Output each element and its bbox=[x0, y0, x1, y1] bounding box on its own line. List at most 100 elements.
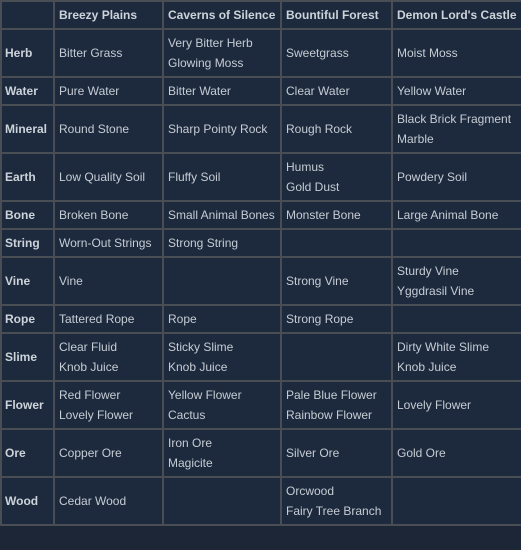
row-category-label: Herb bbox=[0, 28, 55, 78]
table-row: Rope Tattered Rope Rope Strong Rope bbox=[0, 304, 521, 334]
material-name: Broken Bone bbox=[59, 208, 129, 222]
material-name: Sharp Pointy Rock bbox=[168, 122, 268, 136]
material-name: Low Quality Soil bbox=[59, 170, 146, 184]
header-demon-lords-castle: Demon Lord's Castle bbox=[391, 0, 521, 30]
material-name: Worn-Out Strings bbox=[59, 236, 152, 250]
table-row: Earth Low Quality Soil Fluffy Soil Humus Gol… bbox=[0, 152, 521, 202]
table-cell: Tattered Rope bbox=[53, 304, 164, 334]
material-name: Yggdrasil Vine bbox=[397, 284, 475, 298]
table-cell: Sweetgrass bbox=[280, 28, 393, 78]
table-cell: Monster Bone bbox=[280, 200, 393, 230]
table-cell: Orcwood Fairy Tree Branch bbox=[280, 476, 393, 526]
table-cell: Gold Ore bbox=[391, 428, 521, 478]
header-caverns-of-silence: Caverns of Silence bbox=[162, 0, 282, 30]
table-cell bbox=[391, 476, 521, 526]
table-cell: Strong String bbox=[162, 228, 282, 258]
table-row: Herb Bitter Grass Very Bitter Herb Glowing … bbox=[0, 28, 521, 78]
material-name: Sticky Slime bbox=[168, 340, 234, 354]
material-name: Strong Rope bbox=[286, 312, 354, 326]
material-name: Red Flower bbox=[59, 388, 121, 402]
table-cell: Yellow Water bbox=[391, 76, 521, 106]
material-name: Yellow Flower bbox=[168, 388, 242, 402]
table-cell: Iron Ore Magicite bbox=[162, 428, 282, 478]
material-name: Monster Bone bbox=[286, 208, 361, 222]
material-name: Small Animal Bones bbox=[168, 208, 275, 222]
table-cell: Very Bitter Herb Glowing Moss bbox=[162, 28, 282, 78]
row-category-label: Rope bbox=[0, 304, 55, 334]
material-name: Moist Moss bbox=[397, 46, 458, 60]
table-cell: Strong Vine bbox=[280, 256, 393, 306]
table-cell: Humus Gold Dust bbox=[280, 152, 393, 202]
table-row: String Worn-Out Strings Strong String bbox=[0, 228, 521, 258]
table-cell: Clear Water bbox=[280, 76, 393, 106]
table-cell bbox=[280, 332, 393, 382]
table-row: Flower Red Flower Lovely Flower Yellow Flow… bbox=[0, 380, 521, 430]
material-name: Tattered Rope bbox=[59, 312, 135, 326]
table-cell: Clear Fluid Knob Juice bbox=[53, 332, 164, 382]
table-cell: Low Quality Soil bbox=[53, 152, 164, 202]
table-cell: Large Animal Bone bbox=[391, 200, 521, 230]
table-body: Herb Bitter Grass Very Bitter Herb Glowing … bbox=[0, 28, 521, 526]
table-cell: Red Flower Lovely Flower bbox=[53, 380, 164, 430]
material-name: Clear Water bbox=[286, 84, 350, 98]
table-cell: Rough Rock bbox=[280, 104, 393, 154]
material-name: Cactus bbox=[168, 408, 206, 422]
table-cell bbox=[280, 228, 393, 258]
table-row: Wood Cedar Wood Orcwood Fairy Tree Branch bbox=[0, 476, 521, 526]
table-cell: Powdery Soil bbox=[391, 152, 521, 202]
table-cell: Strong Rope bbox=[280, 304, 393, 334]
table-cell: Worn-Out Strings bbox=[53, 228, 164, 258]
row-category-label: Bone bbox=[0, 200, 55, 230]
material-name: Gold Dust bbox=[286, 180, 340, 194]
material-name: Humus bbox=[286, 160, 325, 174]
material-name: Fluffy Soil bbox=[168, 170, 221, 184]
material-name: Rainbow Flower bbox=[286, 408, 373, 422]
material-name: Sturdy Vine bbox=[397, 264, 459, 278]
table-cell: Fluffy Soil bbox=[162, 152, 282, 202]
material-name: Gold Ore bbox=[397, 446, 446, 460]
table-cell: Sturdy Vine Yggdrasil Vine bbox=[391, 256, 521, 306]
material-name: Copper Ore bbox=[59, 446, 122, 460]
table-cell: Lovely Flower bbox=[391, 380, 521, 430]
header-row: Breezy Plains Caverns of Silence Bountif… bbox=[0, 0, 521, 30]
table-cell: Dirty White Slime Knob Juice bbox=[391, 332, 521, 382]
material-name: Yellow Water bbox=[397, 84, 467, 98]
table-row: Water Pure Water Bitter Water Clear Water Ye… bbox=[0, 76, 521, 106]
row-category-label: Ore bbox=[0, 428, 55, 478]
row-category-label: Mineral bbox=[0, 104, 55, 154]
material-name: Fairy Tree Branch bbox=[286, 504, 382, 518]
table-cell: Copper Ore bbox=[53, 428, 164, 478]
table-cell: Cedar Wood bbox=[53, 476, 164, 526]
table-cell: Bitter Grass bbox=[53, 28, 164, 78]
table-cell: Bitter Water bbox=[162, 76, 282, 106]
row-category-label: Flower bbox=[0, 380, 55, 430]
material-name: Bitter Water bbox=[168, 84, 231, 98]
table-cell: Sticky Slime Knob Juice bbox=[162, 332, 282, 382]
table-row: Ore Copper Ore Iron Ore Magicite Silver Ore G… bbox=[0, 428, 521, 478]
table-cell: Round Stone bbox=[53, 104, 164, 154]
row-category-label: Water bbox=[0, 76, 55, 106]
material-name: Lovely Flower bbox=[397, 398, 472, 412]
table-cell: Rope bbox=[162, 304, 282, 334]
material-name: Iron Ore bbox=[168, 436, 213, 450]
material-name: Pale Blue Flower bbox=[286, 388, 377, 402]
material-name: Silver Ore bbox=[286, 446, 340, 460]
table-cell: Silver Ore bbox=[280, 428, 393, 478]
material-name: Orcwood bbox=[286, 484, 335, 498]
table-cell: Broken Bone bbox=[53, 200, 164, 230]
material-name: Clear Fluid bbox=[59, 340, 118, 354]
material-name: Vine bbox=[59, 274, 83, 288]
material-name: Black Brick Fragment bbox=[397, 112, 512, 126]
table-cell: Vine bbox=[53, 256, 164, 306]
material-name: Pure Water bbox=[59, 84, 120, 98]
material-name: Lovely Flower bbox=[59, 408, 134, 422]
table-row: Vine Vine Strong Vine Sturdy Vine Yggdrasil … bbox=[0, 256, 521, 306]
material-name: Strong Vine bbox=[286, 274, 349, 288]
table-cell: Small Animal Bones bbox=[162, 200, 282, 230]
row-category-label: Slime bbox=[0, 332, 55, 382]
table-row: Slime Clear Fluid Knob Juice Sticky Slime Kn… bbox=[0, 332, 521, 382]
material-name: Rope bbox=[168, 312, 197, 326]
table-cell bbox=[391, 304, 521, 334]
table-cell bbox=[162, 476, 282, 526]
table-header: Breezy Plains Caverns of Silence Bountif… bbox=[0, 0, 521, 30]
